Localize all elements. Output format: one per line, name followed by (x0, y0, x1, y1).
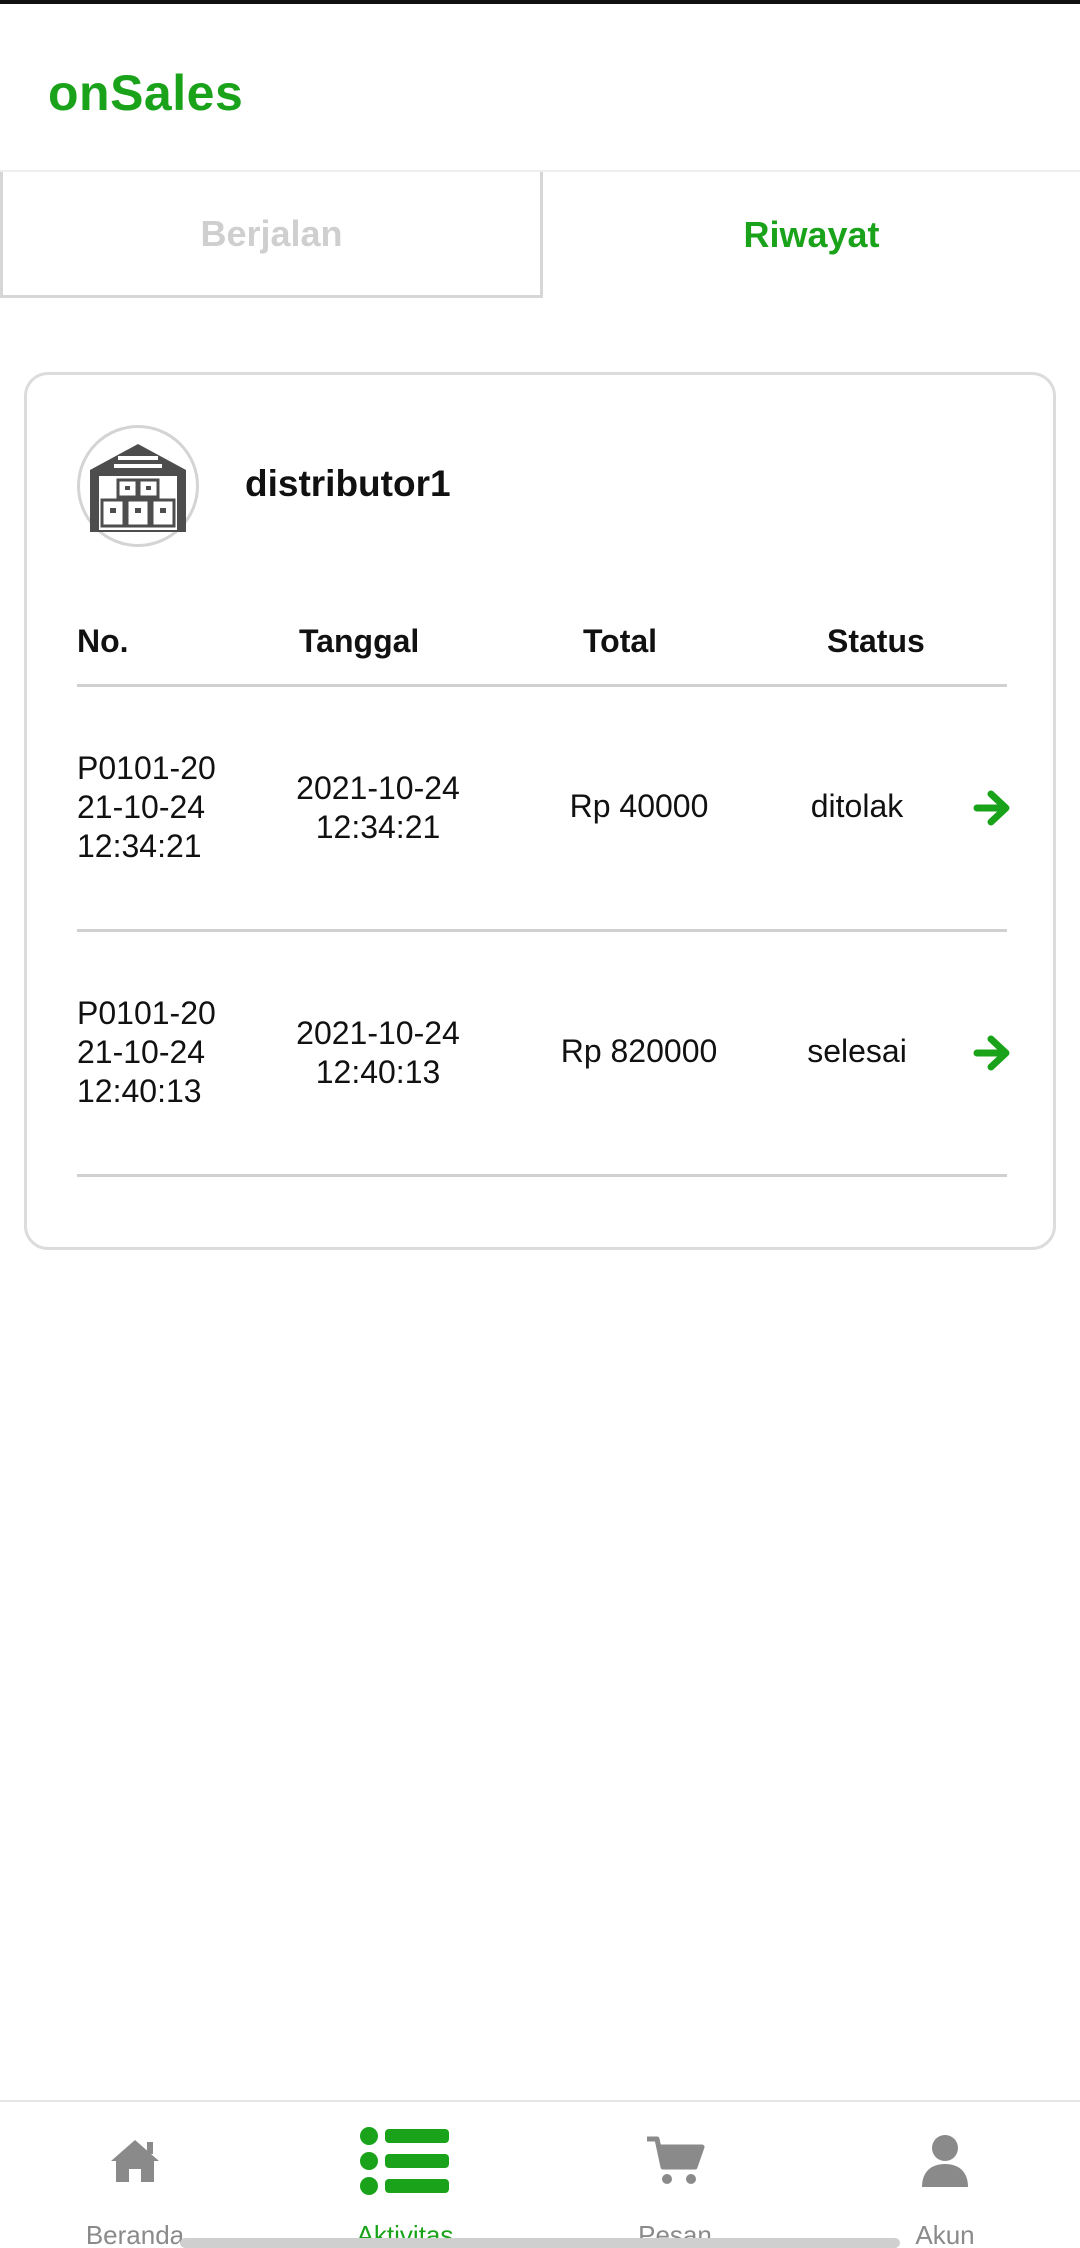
tab-berjalan[interactable]: Berjalan (0, 172, 543, 298)
list-icon (360, 2127, 449, 2195)
cart-icon (647, 2136, 705, 2184)
order-total: Rp 820000 (560, 1033, 718, 1069)
order-number: P0101-20 21-10-24 12:40:13 (77, 995, 216, 1109)
user-icon (922, 2135, 968, 2187)
order-date: 2021-10-24 12:40:13 (296, 1015, 460, 1090)
order-status: ditolak (810, 788, 904, 824)
table-row: P0101-20 21-10-24 12:34:21 2021-10-24 12… (27, 687, 1053, 932)
home-icon (111, 2140, 159, 2182)
nav-beranda[interactable]: Beranda (0, 2102, 270, 2248)
arrow-right-icon[interactable] (973, 1034, 1013, 1072)
column-header-status: Status (827, 623, 925, 659)
table-row: P0101-20 21-10-24 12:40:13 2021-10-24 12… (27, 932, 1053, 1177)
arrow-right-icon[interactable] (973, 789, 1013, 827)
nav-aktivitas[interactable]: Aktivitas (270, 2102, 540, 2248)
column-header-no: No. (77, 623, 129, 659)
nav-pesan[interactable]: Pesan (540, 2102, 810, 2248)
gesture-bar[interactable] (180, 2238, 900, 2248)
distributor-name: distributor1 (245, 463, 451, 504)
bottom-navigation: Beranda Aktivitas Pesan Akun (0, 2100, 1080, 2248)
column-header-total: Total (583, 623, 658, 659)
warehouse-icon (90, 444, 186, 532)
tab-riwayat[interactable]: Riwayat (543, 172, 1080, 298)
order-status: selesai (807, 1033, 907, 1069)
tab-bar: Berjalan Riwayat (0, 172, 1080, 298)
app-header: onSales (0, 4, 1080, 172)
order-number: P0101-20 21-10-24 12:34:21 (77, 750, 216, 864)
distributor-avatar (77, 425, 199, 547)
order-date: 2021-10-24 12:34:21 (296, 770, 460, 845)
nav-akun[interactable]: Akun (810, 2102, 1080, 2248)
table-divider (77, 1174, 1007, 1177)
app-title: onSales (48, 65, 244, 121)
column-header-tanggal: Tanggal (299, 623, 420, 659)
distributor-order-card: distributor1 No. Tanggal Total Status P0… (24, 372, 1056, 1250)
order-total: Rp 40000 (569, 788, 709, 824)
